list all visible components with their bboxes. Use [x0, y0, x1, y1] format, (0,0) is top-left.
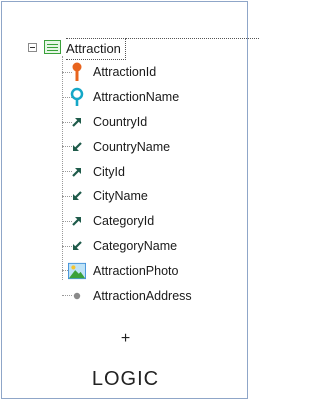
- tree-item-cityid[interactable]: CityId: [28, 159, 240, 184]
- inferred-attribute-icon: [68, 237, 86, 255]
- description-attribute-icon: [68, 87, 86, 107]
- tree-item-countryname[interactable]: CountryName: [28, 134, 240, 159]
- tree-item-attractionphoto[interactable]: AttractionPhoto: [28, 258, 240, 283]
- tree-item-label: AttractionAddress: [93, 288, 192, 303]
- tree-item-label: AttractionId: [93, 65, 157, 80]
- foreign-key-icon: [68, 212, 86, 230]
- tree-item-attractionname[interactable]: AttractionName: [28, 85, 240, 110]
- tree-item-label: CountryName: [93, 139, 171, 154]
- plus-sign: +: [120, 330, 131, 347]
- inferred-attribute-icon: [68, 138, 86, 156]
- primary-key-icon: [68, 62, 86, 82]
- foreign-key-icon: [68, 113, 86, 131]
- tree-item-label: CategoryId: [93, 214, 155, 229]
- tree-item-countryid[interactable]: CountryId: [28, 110, 240, 135]
- tree-item-attractionaddress[interactable]: AttractionAddress: [28, 283, 240, 308]
- image-attribute-icon: [68, 262, 86, 280]
- transaction-table-icon: [44, 40, 61, 54]
- tree-item-label: CategoryName: [93, 238, 178, 253]
- tree-item-label: CityId: [93, 164, 125, 179]
- tree-item-label: CityName: [93, 189, 148, 204]
- inferred-attribute-icon: [68, 187, 86, 205]
- tree-root-label[interactable]: Attraction: [66, 38, 259, 60]
- tree-item-label: CountryId: [93, 114, 148, 129]
- foreign-key-icon: [68, 163, 86, 181]
- tree-item-cityname[interactable]: CityName: [28, 184, 240, 209]
- logic-caption: LOGIC: [91, 368, 160, 390]
- attribute-dot-icon: [68, 287, 86, 305]
- tree-root-row[interactable]: Attraction: [28, 38, 259, 60]
- tree-item-attractionid[interactable]: AttractionId: [28, 60, 240, 85]
- collapse-icon[interactable]: [28, 43, 37, 52]
- tree-item-categoryid[interactable]: CategoryId: [28, 209, 240, 234]
- attribute-tree: Attraction AttractionId AttractionName C…: [28, 38, 259, 308]
- tree-item-label: AttractionPhoto: [93, 263, 179, 278]
- tree-children: AttractionId AttractionName CountryId Co…: [28, 56, 240, 308]
- tree-item-categoryname[interactable]: CategoryName: [28, 234, 240, 259]
- tree-item-label: AttractionName: [93, 90, 180, 105]
